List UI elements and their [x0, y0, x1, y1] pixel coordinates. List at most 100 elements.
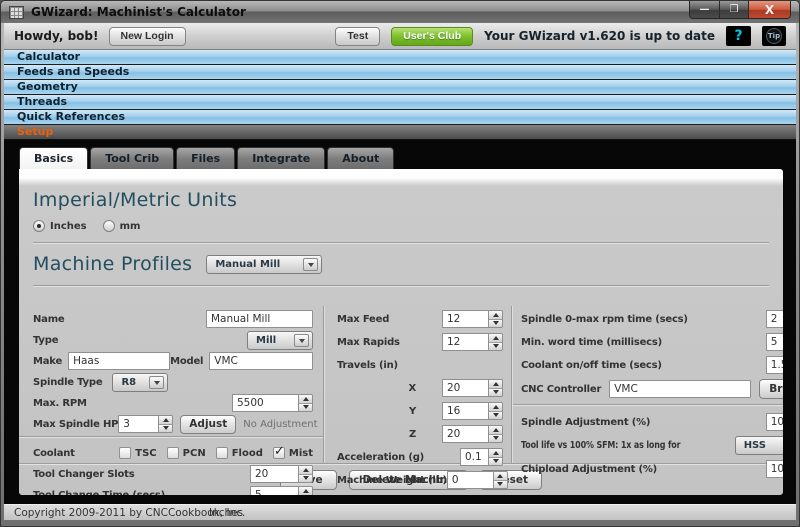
- coolant-tsc-checkbox[interactable]: TSC: [119, 447, 156, 459]
- calculator-icon: [9, 6, 24, 19]
- new-login-button[interactable]: New Login: [109, 27, 186, 46]
- menu-item-feeds-and-speeds[interactable]: Feeds and Speeds: [4, 65, 796, 80]
- coolant-pcn-checkbox[interactable]: PCN: [167, 447, 206, 459]
- travel-y-label: Y: [409, 406, 416, 417]
- name-input[interactable]: [206, 310, 313, 328]
- spindle-type-label: Spindle Type: [33, 377, 102, 388]
- test-button[interactable]: Test: [335, 27, 380, 46]
- help-icon[interactable]: ?: [726, 26, 751, 46]
- menu-item-setup[interactable]: Setup: [4, 125, 796, 140]
- tip-icon[interactable]: Tip: [762, 26, 786, 46]
- menu-item-quick-references[interactable]: Quick References: [4, 110, 796, 125]
- spin-up-icon[interactable]: [489, 380, 502, 388]
- travel-x-input[interactable]: [442, 379, 488, 397]
- spin-down-icon[interactable]: [299, 403, 312, 412]
- adjustment-status: No Adjustment: [243, 419, 317, 430]
- spin-down-icon[interactable]: [489, 388, 502, 397]
- machine-form: Name Type Mill: [19, 306, 783, 463]
- tab-about[interactable]: About: [327, 147, 394, 169]
- tab-bar: Basics Tool Crib Files Integrate About: [19, 147, 394, 169]
- chipload-adjustment-input[interactable]: [766, 460, 783, 478]
- radio-mm[interactable]: mm: [103, 220, 141, 232]
- header-bar: Howdy, bob! New Login Test User's Club Y…: [4, 23, 796, 50]
- max-rapids-input[interactable]: [442, 333, 488, 351]
- spin-up-icon[interactable]: [299, 487, 312, 495]
- dropdown-arrow-icon: [294, 334, 309, 347]
- spin-down-icon[interactable]: [299, 474, 312, 483]
- spin-down-icon[interactable]: [494, 480, 507, 489]
- dropdown-arrow-icon: [303, 258, 318, 271]
- coolant-mist-checkbox[interactable]: Mist: [273, 447, 313, 459]
- machine-weight-input[interactable]: [447, 471, 493, 489]
- radio-icon: [33, 220, 45, 232]
- coolant-on-off-input[interactable]: [766, 356, 783, 374]
- tool-change-time-label: Tool Change Time (secs): [33, 490, 165, 496]
- type-dropdown[interactable]: Mill: [247, 331, 313, 350]
- travel-x-spinner: [442, 379, 503, 397]
- spin-up-icon[interactable]: [489, 403, 502, 411]
- spin-down-icon[interactable]: [489, 342, 502, 351]
- spin-down-icon[interactable]: [489, 457, 502, 466]
- dropdown-arrow-icon: [149, 376, 164, 389]
- spindle-type-dropdown[interactable]: R8: [112, 373, 168, 392]
- spin-up-icon[interactable]: [489, 311, 502, 319]
- spin-down-icon[interactable]: [489, 411, 502, 420]
- max-rapids-spinner: [442, 333, 503, 351]
- max-feed-label: Max Feed: [337, 314, 389, 325]
- make-input[interactable]: [68, 352, 170, 370]
- spin-up-icon[interactable]: [489, 426, 502, 434]
- tab-basics[interactable]: Basics: [19, 147, 88, 169]
- app-window: GWizard: Machinist's Calculator — ❐ X Ho…: [0, 0, 800, 527]
- spin-up-icon[interactable]: [494, 472, 507, 480]
- min-word-time-input[interactable]: [766, 333, 783, 351]
- menu-item-threads[interactable]: Threads: [4, 95, 796, 110]
- machine-profile-dropdown[interactable]: Manual Mill: [206, 255, 322, 274]
- spin-up-icon[interactable]: [489, 334, 502, 342]
- max-rpm-input[interactable]: [232, 394, 298, 412]
- spin-down-icon[interactable]: [159, 424, 172, 433]
- browse-button[interactable]: Browse: [759, 379, 783, 399]
- max-rpm-spinner: [232, 394, 313, 412]
- status-bar: Copyright 2009-2011 by CNCCookbook, Inc.…: [4, 504, 796, 520]
- close-button[interactable]: X: [748, 1, 790, 18]
- menu-item-geometry[interactable]: Geometry: [4, 80, 796, 95]
- coolant-flood-checkbox[interactable]: Flood: [216, 447, 263, 459]
- acceleration-input[interactable]: [460, 448, 488, 466]
- users-club-button[interactable]: User's Club: [391, 27, 473, 46]
- model-input[interactable]: [209, 352, 313, 370]
- divider: [33, 242, 769, 244]
- minimize-button[interactable]: —: [690, 1, 719, 18]
- tab-integrate[interactable]: Integrate: [237, 147, 325, 169]
- spin-up-icon[interactable]: [489, 449, 502, 457]
- tab-files[interactable]: Files: [176, 147, 235, 169]
- adjust-button[interactable]: Adjust: [180, 415, 236, 434]
- spin-down-icon[interactable]: [489, 434, 502, 443]
- machine-weight-spinner: [447, 471, 508, 489]
- version-status: Your GWizard v1.620 is up to date: [484, 29, 715, 43]
- tool-changer-slots-input[interactable]: [250, 465, 298, 483]
- tool-life-dropdown[interactable]: HSS: [735, 436, 783, 455]
- maximize-button[interactable]: ❐: [719, 1, 748, 18]
- spindle-adjustment-input[interactable]: [766, 413, 783, 431]
- tool-change-time-input[interactable]: [250, 486, 298, 495]
- spin-up-icon[interactable]: [299, 395, 312, 403]
- spin-down-icon[interactable]: [299, 495, 312, 496]
- tab-tool-crib[interactable]: Tool Crib: [90, 147, 174, 169]
- travel-y-input[interactable]: [442, 402, 488, 420]
- travel-z-input[interactable]: [442, 425, 488, 443]
- min-word-time-label: Min. word time (millisecs): [521, 337, 662, 348]
- cnc-controller-input[interactable]: [609, 380, 751, 398]
- max-feed-input[interactable]: [442, 310, 488, 328]
- greeting-text: Howdy, bob!: [14, 29, 99, 43]
- radio-icon: [103, 220, 115, 232]
- spindle-0-max-input[interactable]: [766, 310, 783, 328]
- name-label: Name: [33, 314, 65, 325]
- spin-up-icon[interactable]: [159, 416, 172, 424]
- spin-up-icon[interactable]: [299, 466, 312, 474]
- radio-inches[interactable]: Inches: [33, 220, 87, 232]
- machine-profiles-heading: Machine Profiles: [33, 253, 192, 275]
- menu-item-calculator[interactable]: Calculator: [4, 50, 796, 65]
- spin-down-icon[interactable]: [489, 319, 502, 328]
- max-spindle-hp-input[interactable]: [118, 415, 158, 433]
- units-heading: Imperial/Metric Units: [33, 189, 769, 211]
